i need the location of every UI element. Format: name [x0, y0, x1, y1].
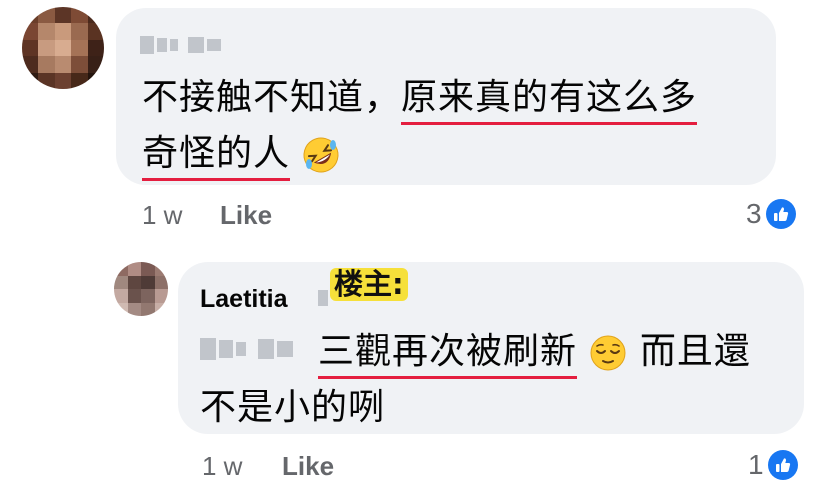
- op-badge: 楼主:: [330, 267, 408, 302]
- author-name-blurred: [318, 290, 328, 306]
- comment-text-underlined: 原来真的有这么多: [401, 77, 698, 125]
- author-name[interactable]: Laetitia: [200, 285, 288, 314]
- comment-text-underlined: 奇怪的人: [142, 133, 291, 181]
- reaction-count: 3: [746, 198, 762, 229]
- relieved-face-emoji-icon: [590, 335, 626, 371]
- avatar[interactable]: [114, 262, 168, 316]
- author-name-blurred[interactable]: [140, 36, 221, 54]
- mentioned-name-blurred[interactable]: [200, 338, 293, 360]
- reply-timestamp[interactable]: 1 w: [202, 451, 242, 482]
- reply-text: 不是小的咧: [200, 387, 386, 428]
- reply-text-line-2: 不是小的咧: [200, 390, 385, 426]
- thumbs-up-icon: [765, 199, 796, 229]
- comment-text-line-1: 不接触不知道，原来真的有这么多: [142, 77, 698, 125]
- comment-text-line-2: 奇怪的人: [142, 133, 340, 181]
- reaction-count: 1: [748, 449, 764, 480]
- reaction-summary[interactable]: 3: [746, 198, 796, 230]
- comment-text: 不接触不知道，: [142, 77, 402, 118]
- like-button[interactable]: Like: [220, 200, 272, 231]
- reply-text-line-1: 三觀再次被刷新 而且還: [318, 331, 751, 379]
- like-button[interactable]: Like: [282, 451, 334, 482]
- avatar[interactable]: [22, 7, 104, 89]
- rolling-laughing-emoji-icon: [303, 137, 339, 173]
- comment-bubble: 不接触不知道，原来真的有这么多 奇怪的人: [116, 8, 776, 185]
- reaction-summary[interactable]: 1: [748, 449, 798, 481]
- reply-text: 而且還: [639, 331, 751, 372]
- thumbs-up-icon: [767, 450, 798, 480]
- comment-timestamp[interactable]: 1 w: [142, 200, 182, 231]
- reply-text-underlined: 三觀再次被刷新: [318, 331, 578, 379]
